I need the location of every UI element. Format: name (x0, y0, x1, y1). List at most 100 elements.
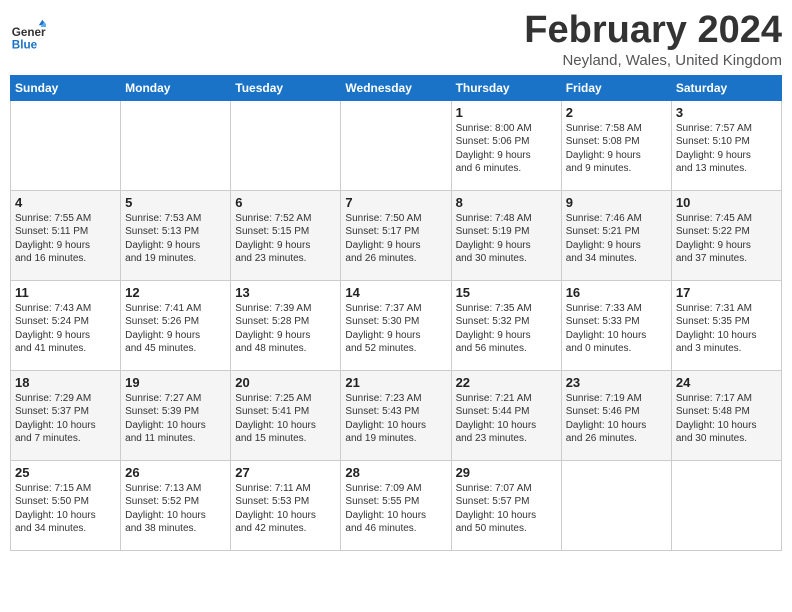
day-number: 25 (15, 465, 116, 480)
calendar-cell: 16 Sunrise: 7:33 AM Sunset: 5:33 PM Dayli… (561, 280, 671, 370)
calendar-cell: 18Sunrise: 7:29 AM Sunset: 5:37 PM Dayli… (11, 370, 121, 460)
day-info: Sunrise: 7:25 AM Sunset: 5:41 PM Dayligh… (235, 392, 336, 446)
calendar-cell: 6 Sunrise: 7:52 AM Sunset: 5:15 PM Daylig… (231, 190, 341, 280)
day-number: 24 (676, 375, 777, 390)
calendar-cell: 5 Sunrise: 7:53 AM Sunset: 5:13 PM Daylig… (121, 190, 231, 280)
day-number: 11 (15, 285, 116, 300)
logo-icon: General Blue (10, 18, 46, 54)
calendar-week-1: 4 Sunrise: 7:55 AM Sunset: 5:11 PM Daylig… (11, 190, 782, 280)
day-number: 2 (566, 105, 667, 120)
calendar-cell: 9 Sunrise: 7:46 AM Sunset: 5:21 PM Daylig… (561, 190, 671, 280)
day-number: 3 (676, 105, 777, 120)
day-number: 14 (345, 285, 446, 300)
calendar-cell: 25 Sunrise: 7:15 AM Sunset: 5:50 PM Dayli… (11, 460, 121, 550)
calendar-cell: 24 Sunrise: 7:17 AM Sunset: 5:48 PM Dayli… (671, 370, 781, 460)
header-saturday: Saturday (671, 75, 781, 100)
day-info: Sunrise: 7:33 AM Sunset: 5:33 PM Dayligh… (566, 302, 667, 356)
day-info: Sunrise: 7:55 AM Sunset: 5:11 PM Dayligh… (15, 212, 116, 266)
day-number: 5 (125, 195, 226, 210)
day-number: 1 (456, 105, 557, 120)
calendar-cell: 11 Sunrise: 7:43 AM Sunset: 5:24 PM Dayli… (11, 280, 121, 370)
day-info: Sunrise: 7:09 AM Sunset: 5:55 PM Dayligh… (345, 482, 446, 536)
calendar-table: Sunday Monday Tuesday Wednesday Thursday… (10, 75, 782, 551)
day-info: Sunrise: 7:46 AM Sunset: 5:21 PM Dayligh… (566, 212, 667, 266)
day-info: Sunrise: 7:19 AM Sunset: 5:46 PM Dayligh… (566, 392, 667, 446)
calendar-header-row: Sunday Monday Tuesday Wednesday Thursday… (11, 75, 782, 100)
day-info: Sunrise: 7:07 AM Sunset: 5:57 PM Dayligh… (456, 482, 557, 536)
day-info: Sunrise: 7:11 AM Sunset: 5:53 PM Dayligh… (235, 482, 336, 536)
day-info: Sunrise: 7:52 AM Sunset: 5:15 PM Dayligh… (235, 212, 336, 266)
day-number: 8 (456, 195, 557, 210)
calendar-cell: 10 Sunrise: 7:45 AM Sunset: 5:22 PM Dayli… (671, 190, 781, 280)
day-info: Sunrise: 7:57 AM Sunset: 5:10 PM Dayligh… (676, 122, 777, 176)
calendar-cell (231, 100, 341, 190)
day-info: Sunrise: 7:15 AM Sunset: 5:50 PM Dayligh… (15, 482, 116, 536)
day-info: Sunrise: 7:41 AM Sunset: 5:26 PM Dayligh… (125, 302, 226, 356)
calendar-cell: 2 Sunrise: 7:58 AM Sunset: 5:08 PM Daylig… (561, 100, 671, 190)
calendar-subtitle: Neyland, Wales, United Kingdom (524, 52, 782, 69)
day-number: 26 (125, 465, 226, 480)
calendar-week-4: 25 Sunrise: 7:15 AM Sunset: 5:50 PM Dayli… (11, 460, 782, 550)
day-info: Sunrise: 7:21 AM Sunset: 5:44 PM Dayligh… (456, 392, 557, 446)
calendar-cell: 4 Sunrise: 7:55 AM Sunset: 5:11 PM Daylig… (11, 190, 121, 280)
header-thursday: Thursday (451, 75, 561, 100)
day-info: Sunrise: 7:37 AM Sunset: 5:30 PM Dayligh… (345, 302, 446, 356)
day-info: Sunrise: 7:13 AM Sunset: 5:52 PM Dayligh… (125, 482, 226, 536)
calendar-cell: 20 Sunrise: 7:25 AM Sunset: 5:41 PM Dayli… (231, 370, 341, 460)
calendar-cell (671, 460, 781, 550)
calendar-cell: 28 Sunrise: 7:09 AM Sunset: 5:55 PM Dayli… (341, 460, 451, 550)
day-number: 12 (125, 285, 226, 300)
day-number: 23 (566, 375, 667, 390)
svg-text:Blue: Blue (12, 39, 38, 52)
calendar-cell: 14 Sunrise: 7:37 AM Sunset: 5:30 PM Dayli… (341, 280, 451, 370)
day-number: 13 (235, 285, 336, 300)
calendar-cell: 13 Sunrise: 7:39 AM Sunset: 5:28 PM Dayli… (231, 280, 341, 370)
day-number: 27 (235, 465, 336, 480)
day-number: 15 (456, 285, 557, 300)
page-header: General Blue February 2024 Neyland, Wale… (10, 10, 782, 69)
calendar-week-3: 18Sunrise: 7:29 AM Sunset: 5:37 PM Dayli… (11, 370, 782, 460)
day-number: 7 (345, 195, 446, 210)
calendar-cell: 19Sunrise: 7:27 AM Sunset: 5:39 PM Dayli… (121, 370, 231, 460)
calendar-week-2: 11 Sunrise: 7:43 AM Sunset: 5:24 PM Dayli… (11, 280, 782, 370)
day-number: 29 (456, 465, 557, 480)
header-tuesday: Tuesday (231, 75, 341, 100)
day-info: Sunrise: 7:29 AM Sunset: 5:37 PM Dayligh… (15, 392, 116, 446)
day-info: Sunrise: 7:45 AM Sunset: 5:22 PM Dayligh… (676, 212, 777, 266)
calendar-cell: 26 Sunrise: 7:13 AM Sunset: 5:52 PM Dayli… (121, 460, 231, 550)
svg-text:General: General (12, 26, 46, 39)
calendar-cell: 29 Sunrise: 7:07 AM Sunset: 5:57 PM Dayli… (451, 460, 561, 550)
day-info: Sunrise: 7:43 AM Sunset: 5:24 PM Dayligh… (15, 302, 116, 356)
header-wednesday: Wednesday (341, 75, 451, 100)
header-friday: Friday (561, 75, 671, 100)
calendar-cell: 15Sunrise: 7:35 AM Sunset: 5:32 PM Dayli… (451, 280, 561, 370)
calendar-cell: 7Sunrise: 7:50 AM Sunset: 5:17 PM Daylig… (341, 190, 451, 280)
calendar-cell: 23 Sunrise: 7:19 AM Sunset: 5:46 PM Dayli… (561, 370, 671, 460)
calendar-cell: 21Sunrise: 7:23 AM Sunset: 5:43 PM Dayli… (341, 370, 451, 460)
day-info: Sunrise: 7:27 AM Sunset: 5:39 PM Dayligh… (125, 392, 226, 446)
day-number: 9 (566, 195, 667, 210)
day-info: Sunrise: 7:23 AM Sunset: 5:43 PM Dayligh… (345, 392, 446, 446)
calendar-title: February 2024 (524, 10, 782, 52)
day-info: Sunrise: 7:17 AM Sunset: 5:48 PM Dayligh… (676, 392, 777, 446)
day-number: 28 (345, 465, 446, 480)
day-number: 10 (676, 195, 777, 210)
calendar-cell (121, 100, 231, 190)
day-info: Sunrise: 7:58 AM Sunset: 5:08 PM Dayligh… (566, 122, 667, 176)
calendar-cell: 3 Sunrise: 7:57 AM Sunset: 5:10 PM Daylig… (671, 100, 781, 190)
day-number: 16 (566, 285, 667, 300)
calendar-cell: 22Sunrise: 7:21 AM Sunset: 5:44 PM Dayli… (451, 370, 561, 460)
calendar-cell (341, 100, 451, 190)
calendar-cell: 27 Sunrise: 7:11 AM Sunset: 5:53 PM Dayli… (231, 460, 341, 550)
day-info: Sunrise: 7:39 AM Sunset: 5:28 PM Dayligh… (235, 302, 336, 356)
day-info: Sunrise: 7:31 AM Sunset: 5:35 PM Dayligh… (676, 302, 777, 356)
logo: General Blue (10, 18, 46, 54)
calendar-cell: 8Sunrise: 7:48 AM Sunset: 5:19 PM Daylig… (451, 190, 561, 280)
header-sunday: Sunday (11, 75, 121, 100)
day-number: 20 (235, 375, 336, 390)
day-info: Sunrise: 7:53 AM Sunset: 5:13 PM Dayligh… (125, 212, 226, 266)
day-number: 6 (235, 195, 336, 210)
day-info: Sunrise: 8:00 AM Sunset: 5:06 PM Dayligh… (456, 122, 557, 176)
day-number: 4 (15, 195, 116, 210)
calendar-cell (561, 460, 671, 550)
